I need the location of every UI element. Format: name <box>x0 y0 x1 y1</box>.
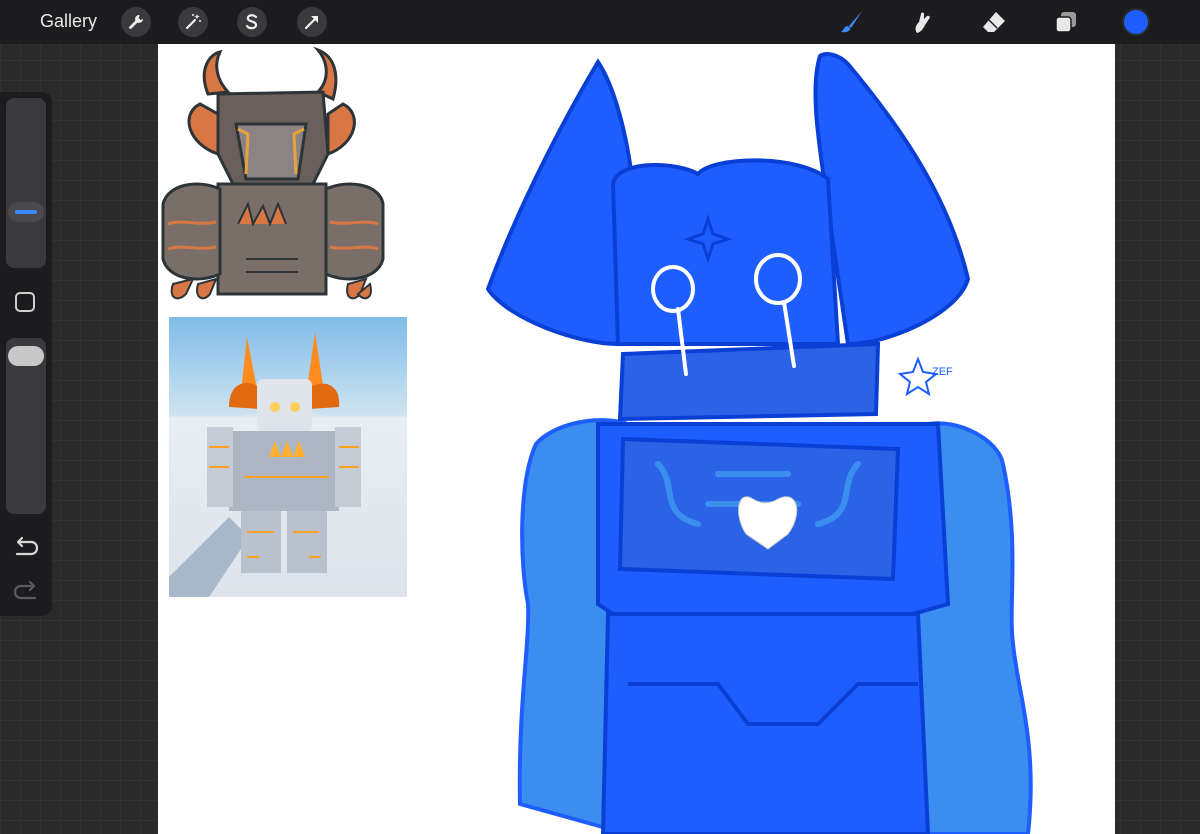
undo-button[interactable] <box>13 536 39 563</box>
blue-robot-drawing <box>485 52 1033 834</box>
eraser-icon <box>983 12 1005 32</box>
gallery-button[interactable]: Gallery <box>40 11 97 32</box>
brush-icon <box>841 11 862 33</box>
brush-button[interactable] <box>836 6 868 38</box>
transform-arrow-icon <box>304 16 318 30</box>
signature-text: ZEF <box>932 366 953 378</box>
actions-button[interactable] <box>121 7 151 37</box>
drawing-canvas[interactable]: ZEF <box>158 44 1115 834</box>
eraser-button[interactable] <box>978 6 1010 38</box>
layers-button[interactable] <box>1050 6 1082 38</box>
brush-size-slider[interactable] <box>6 98 46 268</box>
selection-s-icon <box>245 14 258 30</box>
opacity-slider[interactable] <box>6 338 46 514</box>
top-toolbar: Gallery <box>0 0 1200 44</box>
redo-button[interactable] <box>13 580 39 607</box>
smudge-icon <box>915 12 930 33</box>
left-sidebar <box>0 92 52 616</box>
modify-button[interactable] <box>15 292 35 312</box>
transform-button[interactable] <box>297 7 327 37</box>
opacity-thumb[interactable] <box>8 346 44 366</box>
color-picker-button[interactable] <box>1122 8 1150 36</box>
adjustments-button[interactable] <box>178 7 208 37</box>
magic-wand-icon <box>185 14 201 30</box>
smudge-button[interactable] <box>906 6 938 38</box>
selection-button[interactable] <box>237 7 267 37</box>
redo-icon <box>13 580 37 600</box>
wrench-icon <box>129 15 143 29</box>
undo-icon <box>15 536 39 556</box>
layers-icon <box>1055 12 1076 33</box>
brush-size-thumb[interactable] <box>8 202 44 222</box>
